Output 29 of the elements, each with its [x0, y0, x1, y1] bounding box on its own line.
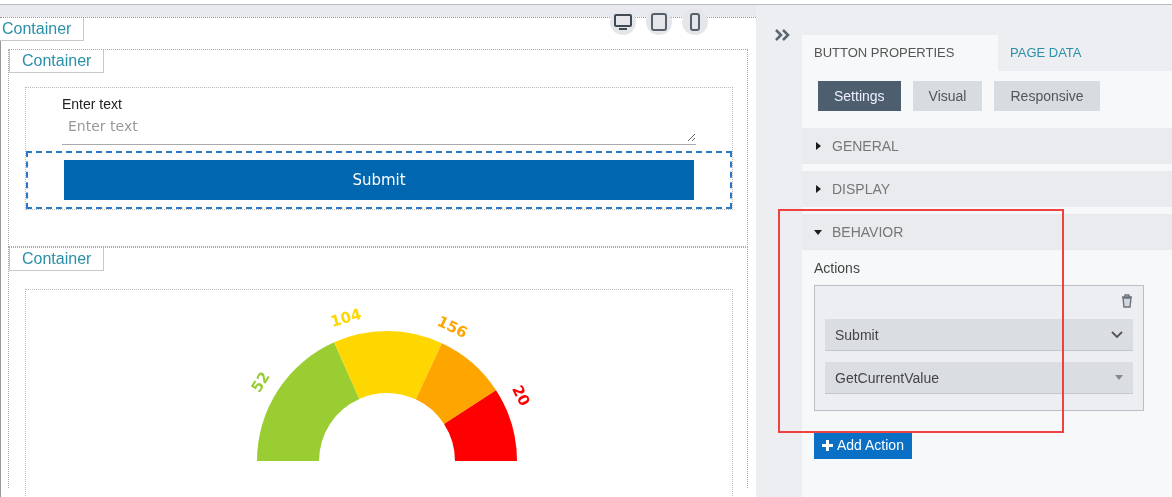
double-chevron-icon[interactable] — [774, 29, 790, 41]
submit-button[interactable]: Submit — [64, 160, 694, 200]
subtab-button[interactable]: Responsive — [994, 81, 1100, 111]
section-header[interactable]: GENERAL — [802, 128, 1172, 164]
dropdown[interactable]: Submit — [825, 319, 1133, 351]
container-label[interactable]: Container — [9, 248, 105, 271]
add-action-button[interactable]: Add Action — [814, 431, 912, 459]
subtab-button[interactable]: Visual — [912, 81, 983, 111]
gauge-label: 104 — [328, 304, 364, 331]
container-label[interactable]: Container — [0, 18, 85, 41]
section-header[interactable]: DISPLAY — [802, 171, 1172, 207]
section-header[interactable]: BEHAVIOR — [802, 214, 1172, 250]
plus-icon — [822, 439, 833, 451]
caret-down-icon — [814, 228, 822, 236]
gauge-label: 156 — [434, 312, 471, 343]
subtab-button[interactable]: Settings — [818, 81, 901, 111]
field-label: Enter text — [62, 96, 123, 112]
gauge-label: 52 — [247, 368, 274, 396]
gauge-label: 20 — [508, 382, 534, 409]
caret-right-icon — [814, 142, 822, 150]
dropdown[interactable]: GetCurrentValue — [825, 362, 1133, 394]
trash-icon[interactable] — [1121, 294, 1133, 308]
caret-right-icon — [814, 185, 822, 193]
container-label[interactable]: Container — [9, 50, 105, 73]
actions-label: Actions — [814, 260, 861, 276]
panel-tab[interactable]: PAGE DATA — [998, 35, 1172, 71]
chevron-down-icon — [1111, 330, 1123, 339]
panel-tab[interactable]: BUTTON PROPERTIES — [802, 35, 998, 71]
caret-down-icon — [1115, 375, 1123, 380]
